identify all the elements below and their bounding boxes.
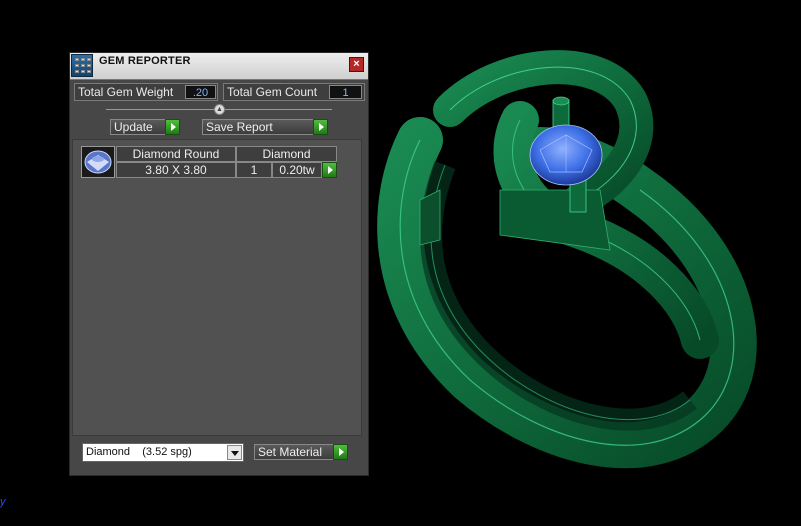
save-report-button[interactable]: Save Report xyxy=(202,119,328,135)
gem-weight-cell: 0.20tw xyxy=(272,162,322,178)
set-material-button-label: Set Material xyxy=(258,445,323,459)
round-diamond-icon xyxy=(84,150,112,174)
total-gem-count-label: Total Gem Count xyxy=(227,85,318,99)
total-gem-weight-label: Total Gem Weight xyxy=(78,85,174,99)
gem-size-cell: 3.80 X 3.80 xyxy=(116,162,236,178)
set-material-button[interactable]: Set Material xyxy=(254,444,348,460)
close-icon: × xyxy=(353,58,360,70)
gem-stone xyxy=(529,124,603,186)
total-gem-weight-value[interactable]: .20 xyxy=(185,85,216,99)
save-report-button-label: Save Report xyxy=(206,120,273,134)
gem-count-cell: 1 xyxy=(236,162,272,178)
material-select[interactable]: Diamond (3.52 spg) xyxy=(82,443,244,462)
title-bar[interactable]: GEM REPORTER × xyxy=(70,53,368,80)
play-arrow-icon xyxy=(333,444,348,460)
collapse-handle-icon[interactable]: ▲ xyxy=(214,104,225,115)
update-button-label: Update xyxy=(114,120,153,134)
close-button[interactable]: × xyxy=(349,57,364,72)
gem-shape-cell: Diamond Round xyxy=(116,146,236,162)
update-button[interactable]: Update xyxy=(110,119,180,135)
gem-reporter-app-icon xyxy=(71,54,93,77)
ring-model xyxy=(377,50,757,469)
chevron-down-icon[interactable] xyxy=(227,445,242,460)
gem-material-cell: Diamond xyxy=(236,146,337,162)
total-gem-weight-field: Total Gem Weight .20 xyxy=(74,83,218,101)
play-arrow-icon xyxy=(313,119,328,135)
window-title: GEM REPORTER xyxy=(99,55,191,67)
gem-row-go-button[interactable] xyxy=(322,162,337,178)
total-gem-count-field: Total Gem Count 1 xyxy=(223,83,365,101)
play-arrow-icon xyxy=(165,119,180,135)
axis-indicator: y xyxy=(0,496,6,508)
material-select-value: Diamond (3.52 spg) xyxy=(86,446,192,458)
gem-reporter-panel: GEM REPORTER × Total Gem Weight .20 Tota… xyxy=(69,52,369,476)
gem-list: Diamond Round Diamond 3.80 X 3.80 1 0.20… xyxy=(72,139,362,436)
gem-thumbnail[interactable] xyxy=(81,146,115,178)
total-gem-count-value[interactable]: 1 xyxy=(329,85,362,99)
